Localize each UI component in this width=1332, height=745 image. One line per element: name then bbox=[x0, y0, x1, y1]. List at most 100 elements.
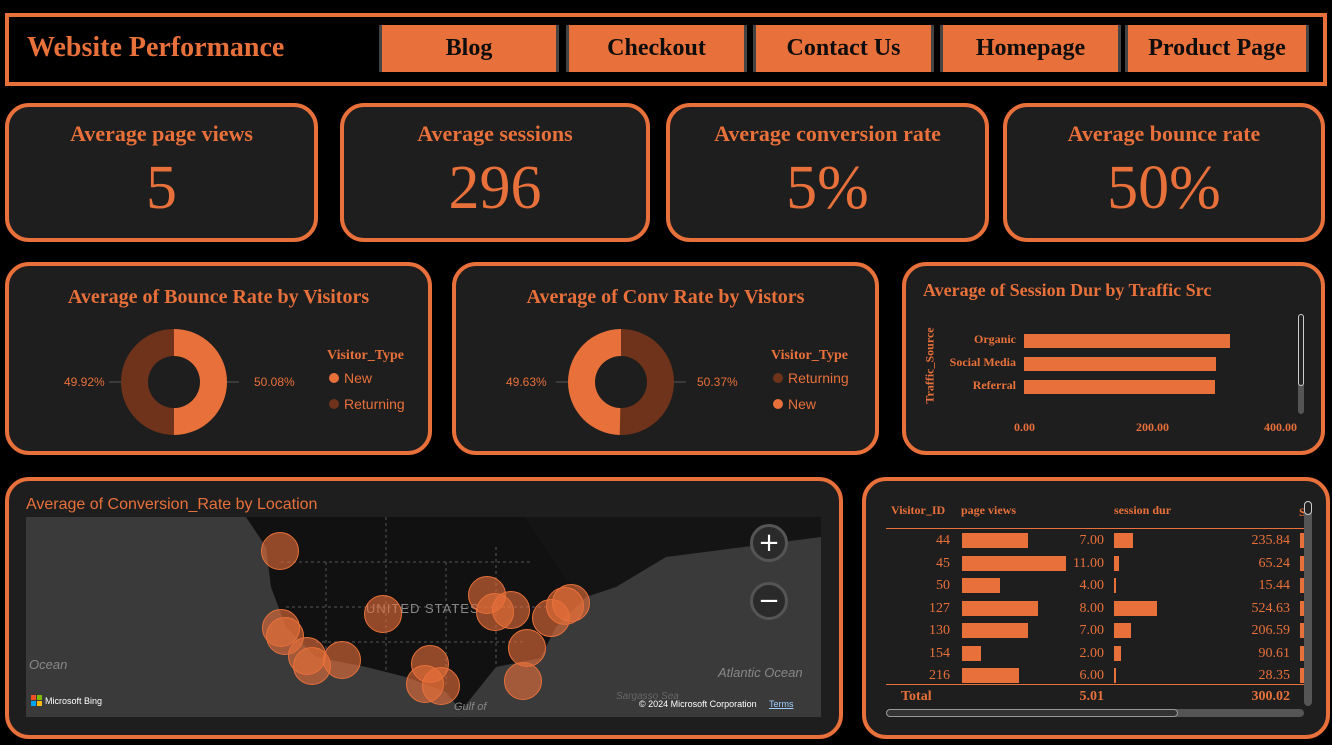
donut-slice-new[interactable] bbox=[567, 329, 621, 435]
donut-slice-new[interactable] bbox=[173, 329, 228, 435]
bounce-rate-donut-card: Average of Bounce Rate by Visitors 49.92… bbox=[5, 262, 432, 455]
cell-session-dur: 65.24 bbox=[1258, 555, 1291, 571]
legend-title: Visitor_Type bbox=[327, 348, 404, 363]
map-card: Average of Conversion_Rate by Location U… bbox=[5, 477, 843, 739]
scrollbar-thumb[interactable] bbox=[886, 709, 1178, 717]
map-zoom-out-button[interactable]: − bbox=[750, 582, 788, 620]
kpi-title: Average sessions bbox=[417, 121, 573, 146]
legend-item-returning[interactable]: Returning bbox=[773, 370, 849, 386]
cell-page-views: 7.00 bbox=[1079, 533, 1105, 548]
map-bubble[interactable] bbox=[364, 595, 402, 633]
bar-organic[interactable] bbox=[1024, 334, 1231, 348]
x-tick-label: 400.00 bbox=[1264, 420, 1297, 434]
table-row[interactable]: 216 6.00 28.35 bbox=[886, 666, 1306, 689]
cell-visitor-id: 216 bbox=[929, 668, 950, 683]
map-bubble[interactable] bbox=[552, 584, 590, 622]
cell-visitor-id: 45 bbox=[936, 555, 950, 571]
cell-session-dur: 90.61 bbox=[1258, 645, 1291, 661]
chart-scrollbar[interactable] bbox=[1298, 314, 1304, 414]
table-total-divider bbox=[886, 684, 1306, 685]
bar-category-label: Referral bbox=[972, 378, 1016, 392]
visitor-table: Visitor_ID page views session dur S 44 7.… bbox=[886, 499, 1306, 709]
donut-label-left: 49.92% bbox=[64, 375, 105, 389]
bar-referral[interactable] bbox=[1024, 380, 1216, 394]
table-header-page-views[interactable]: page views bbox=[961, 503, 1016, 518]
cell-page-views: 4.00 bbox=[1079, 578, 1105, 593]
kpi-card-bounce-rate: Average bounce rate 50% bbox=[1003, 103, 1325, 242]
donut-label-left: 49.63% bbox=[506, 375, 547, 389]
nav-button-product-page[interactable]: Product Page bbox=[1125, 25, 1309, 72]
table-row[interactable]: 45 11.00 65.24 bbox=[886, 554, 1306, 577]
map-bubble-layer bbox=[26, 517, 821, 717]
table-vertical-scrollbar[interactable] bbox=[1304, 501, 1312, 706]
chart-title: Average of Conv Rate by Vistors bbox=[526, 286, 805, 308]
legend-item-new[interactable]: New bbox=[329, 370, 372, 386]
map-bubble[interactable] bbox=[508, 629, 546, 667]
session-dur-databar bbox=[1114, 578, 1116, 593]
map-bubble[interactable] bbox=[323, 641, 361, 679]
bounce-donut-chart[interactable] bbox=[109, 322, 239, 442]
table-total-label: Total bbox=[901, 689, 932, 704]
page-views-databar bbox=[962, 668, 1019, 683]
kpi-title: Average conversion rate bbox=[714, 121, 941, 146]
table-body: 44 7.00 235.84 45 11.00 65.24 50 4.00 15.44 127 8.… bbox=[886, 529, 1306, 689]
kpi-card-sessions: Average sessions 296 bbox=[340, 103, 650, 242]
session-dur-databar bbox=[1114, 533, 1134, 548]
table-row[interactable]: 127 8.00 524.63 bbox=[886, 599, 1306, 622]
legend-item-returning[interactable]: Returning bbox=[329, 396, 405, 412]
map-bubble[interactable] bbox=[422, 667, 460, 705]
chart-title: Average of Bounce Rate by Visitors bbox=[67, 286, 370, 308]
table-row[interactable]: 154 2.00 90.61 bbox=[886, 644, 1306, 667]
cell-page-views: 11.00 bbox=[1073, 555, 1104, 571]
legend-item-new[interactable]: New bbox=[773, 396, 816, 412]
nav-button-contact-us[interactable]: Contact Us bbox=[753, 25, 934, 72]
map-zoom-in-button[interactable]: + bbox=[750, 524, 788, 562]
legend-label: Returning bbox=[344, 396, 405, 412]
cell-visitor-id: 50 bbox=[936, 578, 950, 593]
table-header-visitor-id[interactable]: Visitor_ID bbox=[891, 503, 945, 518]
bar-category-label: Organic bbox=[974, 332, 1016, 346]
legend-swatch bbox=[773, 373, 783, 383]
table-total-page-views: 5.01 bbox=[1079, 689, 1105, 704]
table-row[interactable]: 130 7.00 206.59 bbox=[886, 621, 1306, 644]
map-bubble[interactable] bbox=[504, 662, 542, 700]
cell-page-views: 7.00 bbox=[1079, 623, 1105, 638]
map-bubble[interactable] bbox=[261, 532, 299, 570]
page-title: Website Performance bbox=[27, 32, 285, 63]
scrollbar-thumb[interactable] bbox=[1304, 501, 1312, 515]
donut-slice-returning[interactable] bbox=[619, 329, 674, 435]
table-row[interactable]: 50 4.00 15.44 bbox=[886, 576, 1306, 599]
table-row[interactable]: 44 7.00 235.84 bbox=[886, 531, 1306, 554]
x-tick-label: 0.00 bbox=[1014, 420, 1035, 434]
legend-label: New bbox=[788, 396, 817, 412]
donut-slice-returning[interactable] bbox=[121, 329, 174, 435]
nav-button-checkout[interactable]: Checkout bbox=[566, 25, 747, 72]
legend-swatch bbox=[329, 399, 339, 409]
map-canvas[interactable]: UNITED STATES Ocean Atlantic Ocean Gulf … bbox=[26, 517, 821, 717]
nav-button-blog[interactable]: Blog bbox=[379, 25, 559, 72]
cell-page-views: 6.00 bbox=[1079, 668, 1105, 683]
scrollbar-thumb[interactable] bbox=[1298, 314, 1304, 386]
cell-session-dur: 206.59 bbox=[1251, 623, 1291, 638]
kpi-value: 296 bbox=[448, 154, 542, 222]
table-horizontal-scrollbar[interactable] bbox=[886, 709, 1304, 717]
nav-button-homepage[interactable]: Homepage bbox=[940, 25, 1121, 72]
legend-label: New bbox=[344, 370, 373, 386]
table-total-session-dur: 300.02 bbox=[1251, 689, 1291, 704]
table-header-session-dur[interactable]: session dur bbox=[1114, 503, 1171, 518]
kpi-card-conversion-rate: Average conversion rate 5% bbox=[666, 103, 989, 242]
bar-social-media[interactable] bbox=[1024, 357, 1216, 371]
donut-label-right: 50.08% bbox=[254, 375, 295, 389]
map-bubble[interactable] bbox=[492, 591, 530, 629]
cell-visitor-id: 154 bbox=[929, 645, 950, 661]
bar-category-label: Social Media bbox=[949, 355, 1016, 369]
conversion-donut-chart[interactable] bbox=[556, 322, 686, 442]
map-terms-link[interactable]: Terms bbox=[769, 699, 794, 709]
kpi-value: 5 bbox=[146, 154, 177, 222]
donut-label-right: 50.37% bbox=[697, 375, 738, 389]
session-dur-databar bbox=[1114, 623, 1131, 638]
bing-logo: Microsoft Bing bbox=[31, 695, 102, 706]
cell-session-dur: 15.44 bbox=[1258, 578, 1291, 593]
session-dur-databar bbox=[1114, 555, 1120, 571]
kpi-value: 5% bbox=[786, 154, 869, 222]
